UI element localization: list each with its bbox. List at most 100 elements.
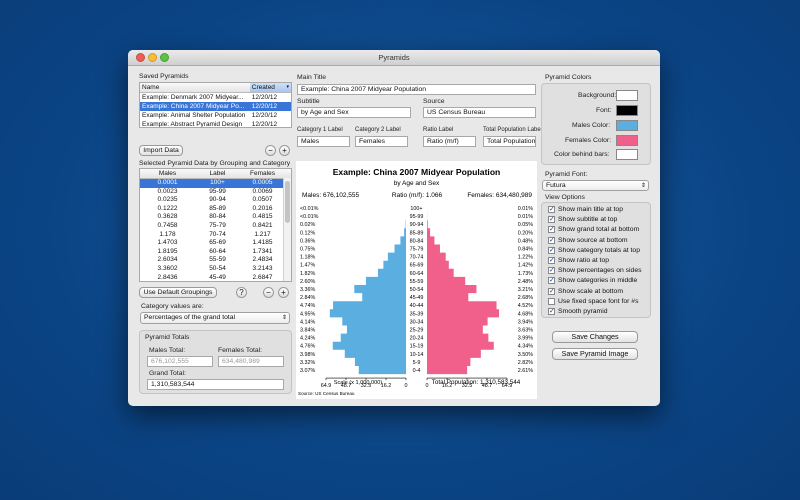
- view-option-checkbox[interactable]: ✓ Show source at bottom: [548, 236, 628, 244]
- column-header-created[interactable]: Created ▾: [249, 83, 291, 92]
- column-header-label[interactable]: Label: [195, 169, 240, 178]
- females-color-well[interactable]: [616, 135, 638, 146]
- checkmark-icon[interactable]: ✓: [548, 226, 555, 234]
- label-cell[interactable]: 55-59: [195, 256, 240, 265]
- label-cell[interactable]: 90-94: [195, 196, 240, 205]
- data-table-row[interactable]: 0.7458 75-79 0.8421: [140, 222, 291, 231]
- checkmark-icon[interactable]: ✓: [548, 206, 555, 213]
- bars-color-well[interactable]: [616, 149, 638, 160]
- scrollbar-thumb[interactable]: [285, 181, 290, 223]
- add-grouping-button[interactable]: +: [278, 287, 289, 298]
- checkbox-empty-icon[interactable]: [548, 297, 555, 305]
- females-cell[interactable]: 1.4185: [240, 239, 285, 248]
- view-option-checkbox[interactable]: ✓ Show percentages on sides: [548, 267, 642, 275]
- data-table-row[interactable]: 0.0023 95-99 0.0069: [140, 188, 291, 197]
- import-data-button[interactable]: Import Data: [139, 145, 183, 156]
- checkmark-icon[interactable]: ✓: [548, 277, 555, 285]
- data-table-row[interactable]: 0.0001 100+ 0.0005: [140, 179, 291, 188]
- females-cell[interactable]: 2.6847: [240, 274, 285, 281]
- save-pyramid-image-button[interactable]: Save Pyramid Image: [552, 348, 638, 360]
- males-cell[interactable]: 0.3628: [140, 213, 195, 222]
- label-cell[interactable]: 70-74: [195, 231, 240, 240]
- label-cell[interactable]: 65-69: [195, 239, 240, 248]
- category2-input[interactable]: Females: [355, 136, 408, 147]
- females-cell[interactable]: 0.8421: [240, 222, 285, 231]
- ratio-input[interactable]: Ratio (m/f): [423, 136, 476, 147]
- data-table-row[interactable]: 1.4703 65-69 1.4185: [140, 239, 291, 248]
- saved-pyramid-row[interactable]: Example: Denmark 2007 Midyear... 12/20/12: [140, 93, 291, 102]
- font-color-well[interactable]: [616, 105, 638, 116]
- view-option-checkbox[interactable]: ✓ Show main title at top: [548, 206, 623, 213]
- males-cell[interactable]: 0.0023: [140, 188, 195, 197]
- view-option-checkbox[interactable]: ✓ Show grand total at bottom: [548, 226, 639, 234]
- label-cell[interactable]: 100+: [195, 179, 240, 188]
- save-changes-button[interactable]: Save Changes: [552, 331, 638, 343]
- minimize-window-button[interactable]: [148, 53, 157, 62]
- label-cell[interactable]: 95-99: [195, 188, 240, 197]
- category-values-select[interactable]: Percentages of the grand total ⇕: [140, 312, 290, 324]
- males-cell[interactable]: 1.8195: [140, 248, 195, 257]
- saved-pyramid-row[interactable]: Example: Animal Shelter Population 12/20/…: [140, 111, 291, 120]
- label-cell[interactable]: 75-79: [195, 222, 240, 231]
- checkmark-icon[interactable]: ✓: [548, 216, 555, 224]
- close-window-button[interactable]: [136, 53, 145, 62]
- column-header-name[interactable]: Name: [140, 83, 250, 92]
- background-color-well[interactable]: [616, 90, 638, 101]
- checkmark-icon[interactable]: ✓: [548, 236, 555, 244]
- view-option-checkbox[interactable]: ✓ Show category totals at top: [548, 246, 640, 254]
- females-cell[interactable]: 1.7341: [240, 248, 285, 257]
- checkmark-icon[interactable]: ✓: [548, 267, 555, 275]
- label-cell[interactable]: 80-84: [195, 213, 240, 222]
- data-table-row[interactable]: 0.3628 80-84 0.4815: [140, 213, 291, 222]
- checkmark-icon[interactable]: ✓: [548, 308, 555, 315]
- label-cell[interactable]: 50-54: [195, 265, 240, 274]
- males-cell[interactable]: 1.4703: [140, 239, 195, 248]
- females-cell[interactable]: 0.0069: [240, 188, 285, 197]
- females-cell[interactable]: 3.2143: [240, 265, 285, 274]
- label-cell[interactable]: 45-49: [195, 274, 240, 281]
- data-table-row[interactable]: 0.0235 90-94 0.0507: [140, 196, 291, 205]
- label-cell[interactable]: 85-89: [195, 205, 240, 214]
- data-table-row[interactable]: 0.1222 85-89 0.2016: [140, 205, 291, 214]
- view-option-checkbox[interactable]: ✓ Smooth pyramid: [548, 308, 608, 315]
- pyramid-font-select[interactable]: Futura ⇕: [542, 180, 649, 191]
- source-input[interactable]: US Census Bureau: [423, 107, 536, 118]
- add-pyramid-button[interactable]: +: [279, 145, 290, 156]
- remove-pyramid-button[interactable]: −: [265, 145, 276, 156]
- males-cell[interactable]: 1.178: [140, 231, 195, 240]
- view-option-checkbox[interactable]: ✓ Show ratio at top: [548, 257, 609, 264]
- saved-pyramid-row[interactable]: Example: Abstract Pyramid Design 12/20/12: [140, 120, 291, 127]
- checkmark-icon[interactable]: ✓: [548, 287, 555, 295]
- data-table-row[interactable]: 2.8436 45-49 2.6847: [140, 274, 291, 281]
- males-cell[interactable]: 0.1222: [140, 205, 195, 214]
- checkmark-icon[interactable]: ✓: [548, 257, 555, 264]
- help-button[interactable]: ?: [236, 287, 247, 298]
- remove-grouping-button[interactable]: −: [263, 287, 274, 298]
- males-cell[interactable]: 0.0235: [140, 196, 195, 205]
- view-option-checkbox[interactable]: ✓ Show scale at bottom: [548, 287, 623, 295]
- males-cell[interactable]: 2.8436: [140, 274, 195, 281]
- males-cell[interactable]: 2.6034: [140, 256, 195, 265]
- view-option-checkbox[interactable]: ✓ Show subtitle at top: [548, 216, 617, 224]
- category1-input[interactable]: Males: [297, 136, 350, 147]
- females-cell[interactable]: 0.0507: [240, 196, 285, 205]
- total-population-input[interactable]: Total Population: [483, 136, 536, 147]
- checkmark-icon[interactable]: ✓: [548, 246, 555, 254]
- subtitle-input[interactable]: by Age and Sex: [297, 107, 411, 118]
- females-cell[interactable]: 0.0005: [240, 179, 285, 188]
- females-cell[interactable]: 0.4815: [240, 213, 285, 222]
- use-default-groupings-button[interactable]: Use Default Groupings: [139, 287, 217, 298]
- label-cell[interactable]: 60-64: [195, 248, 240, 257]
- saved-pyramid-row[interactable]: Example: China 2007 Midyear Po... 12/20/1…: [140, 102, 291, 111]
- main-title-input[interactable]: Example: China 2007 Midyear Population: [297, 84, 536, 95]
- males-color-well[interactable]: [616, 120, 638, 131]
- data-table-scrollbar[interactable]: [283, 178, 291, 281]
- view-option-checkbox[interactable]: Use fixed space font for #s: [548, 297, 638, 305]
- males-cell[interactable]: 0.0001: [140, 179, 195, 188]
- data-table-row[interactable]: 1.8195 60-64 1.7341: [140, 248, 291, 257]
- females-cell[interactable]: 0.2016: [240, 205, 285, 214]
- males-cell[interactable]: 0.7458: [140, 222, 195, 231]
- column-header-females[interactable]: Females: [240, 169, 285, 178]
- data-table-row[interactable]: 1.178 70-74 1.217: [140, 231, 291, 240]
- column-header-males[interactable]: Males: [140, 169, 195, 178]
